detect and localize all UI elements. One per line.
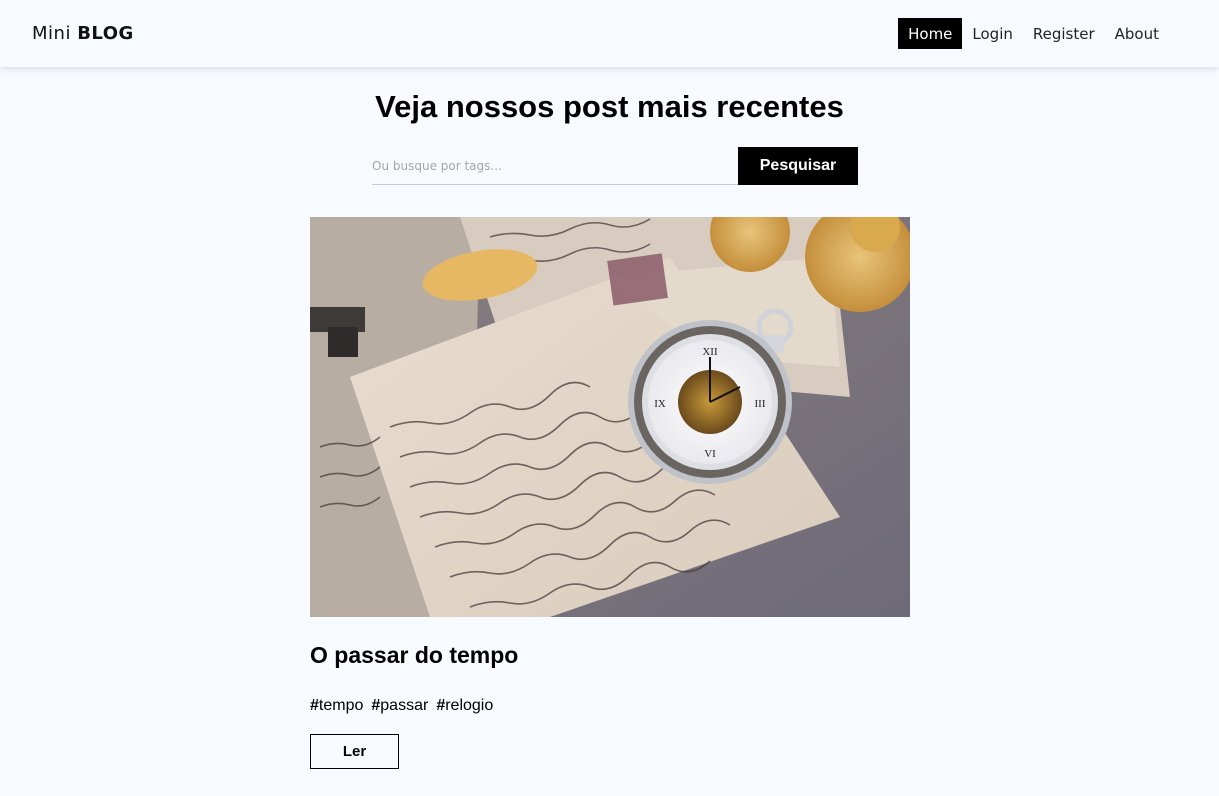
brand-strong: BLOG [77,23,134,44]
svg-text:VI: VI [704,448,716,460]
post-title: O passar do tempo [310,642,519,668]
tag-item: #passar [371,697,429,714]
search-form: Pesquisar [372,147,858,185]
main-content: Veja nossos post mais recentes Pesquisar [0,67,1219,796]
search-button[interactable]: Pesquisar [738,147,858,185]
nav-link-register[interactable]: Register [1023,18,1105,49]
post-card: XII III VI IX O passar do tempo #tempo #… [310,217,910,769]
search-input[interactable] [372,147,738,185]
nav-link-about[interactable]: About [1105,18,1169,49]
navbar: Mini BLOG Home Login Register About [0,0,1219,67]
tag-item: #relogio [436,697,494,714]
nav-links: Home Login Register About [898,18,1169,49]
nav-link-home[interactable]: Home [898,18,963,49]
nav-link-login[interactable]: Login [962,18,1022,49]
post-tags: #tempo #passar #relogio [310,697,910,715]
svg-text:IX: IX [654,398,666,410]
read-button[interactable]: Ler [310,734,399,769]
brand-logo[interactable]: Mini BLOG [32,23,134,44]
tag-item: #tempo [310,697,364,714]
svg-text:XII: XII [702,346,718,358]
brand-light: Mini [32,23,71,44]
post-image: XII III VI IX [310,217,910,617]
page-title: Veja nossos post mais recentes [375,89,844,124]
svg-text:III: III [755,398,766,410]
